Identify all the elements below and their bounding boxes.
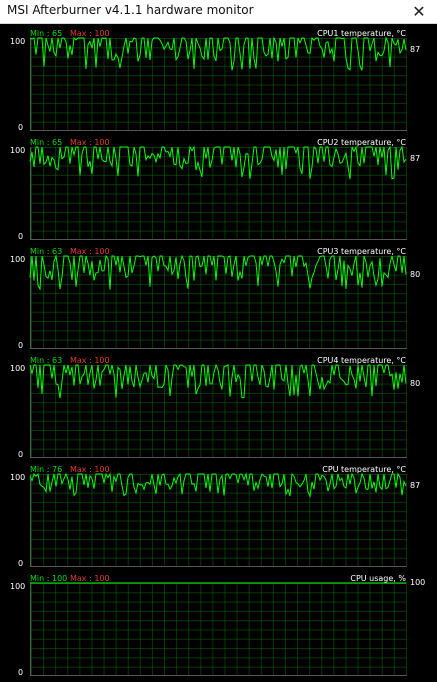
graph-line-cpu-temperature <box>29 472 407 498</box>
y-axis-max-label: 100 <box>10 473 26 482</box>
graph-panel-cpu1-temperature: Min : 65 Max : 100 CPU1 temperature, °C … <box>0 27 437 136</box>
y-axis-min-label: 0 <box>18 559 24 568</box>
title-bar: MSI Afterburner v4.1.1 hardware monitor … <box>0 0 437 24</box>
y-axis-max-label: 100 <box>10 582 26 591</box>
graph-line-cpu3-temperature <box>29 254 407 291</box>
y-axis-min-label: 0 <box>18 123 24 132</box>
y-axis-min-label: 0 <box>18 668 24 677</box>
close-button[interactable]: ✕ <box>401 0 437 24</box>
y-axis-min-label: 0 <box>18 341 24 350</box>
graph-panel-cpu-temperature: Min : 76 Max : 100 CPU temperature, °C 1… <box>0 463 437 572</box>
graph-line-cpu-usage <box>30 582 406 584</box>
y-axis-max-label: 100 <box>10 255 26 264</box>
graph-line-cpu2-temperature <box>29 145 407 180</box>
y-axis-min-label: 0 <box>18 450 24 459</box>
current-value: 87 <box>410 154 421 164</box>
current-value: 100 <box>410 578 426 587</box>
graph-panel-cpu-usage: Min : 100 Max : 100 CPU usage, % 100 0 1… <box>0 572 437 681</box>
current-value: 80 <box>410 378 421 388</box>
current-value: 87 <box>410 481 421 491</box>
close-icon: ✕ <box>412 2 426 21</box>
window-title: MSI Afterburner v4.1.1 hardware monitor <box>7 3 254 17</box>
current-value: 80 <box>410 269 421 279</box>
current-value: 87 <box>410 45 421 55</box>
graph-line-cpu1-temperature <box>29 36 407 71</box>
y-axis-max-label: 100 <box>10 146 26 155</box>
graph-panel-cpu3-temperature: Min : 63 Max : 100 CPU3 temperature, °C … <box>0 245 437 354</box>
graph-line-cpu4-temperature <box>29 363 407 399</box>
graph-panel-cpu2-temperature: Min : 65 Max : 100 CPU2 temperature, °C … <box>0 136 437 245</box>
graph-panel-cpu4-temperature: Min : 63 Max : 100 CPU4 temperature, °C … <box>0 354 437 463</box>
y-axis-min-label: 0 <box>18 232 24 241</box>
y-axis-max-label: 100 <box>10 37 26 46</box>
y-axis-max-label: 100 <box>10 364 26 373</box>
